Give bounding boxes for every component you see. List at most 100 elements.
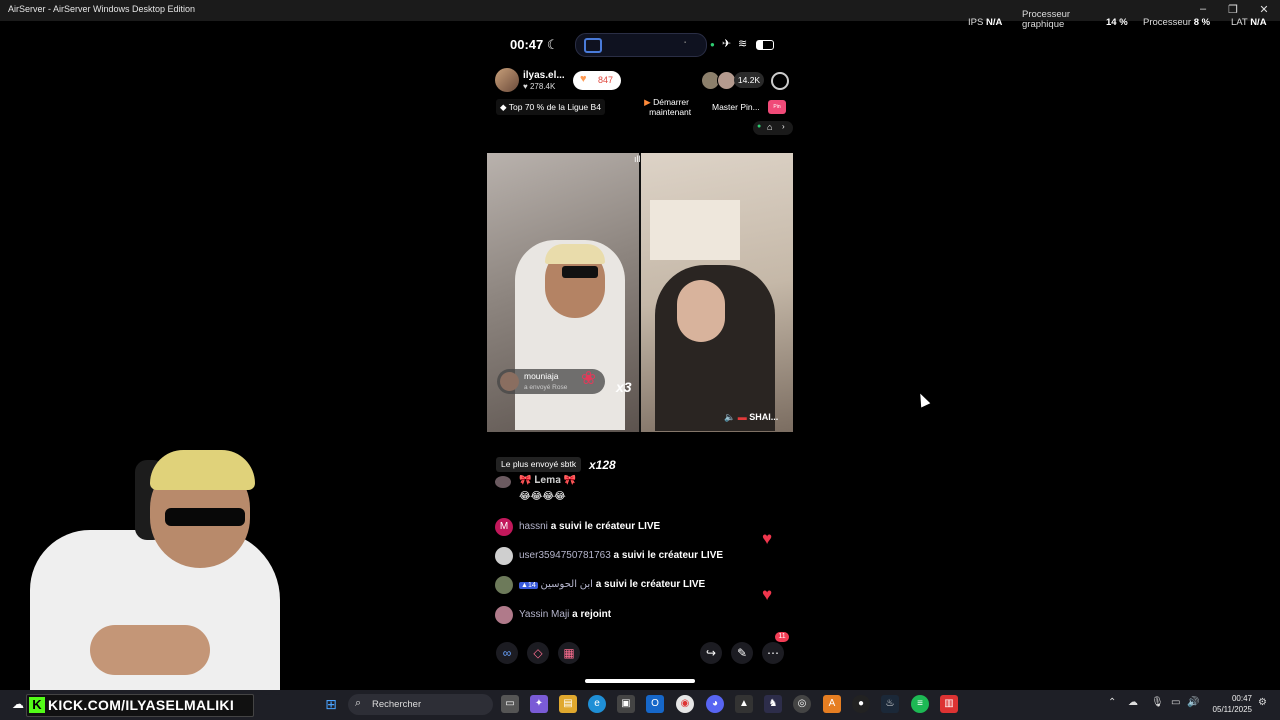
notification-badge: 11 [775,632,789,642]
windows-start-icon[interactable]: ⊞ [322,695,340,713]
chat-emoji-line: 😂😂😂😂 [519,491,566,502]
chat-avatar [495,547,513,565]
steam-icon[interactable]: ♨ [881,695,899,713]
league-badge[interactable]: ◆ Top 70 % de la Ligue B4 [496,99,605,115]
gpu-label: Processeur graphique [1022,9,1071,30]
viewer-count[interactable]: 14.2K [734,72,764,88]
weather-icon[interactable]: ☁ [12,697,24,711]
obs-icon[interactable]: ◎ [793,695,811,713]
floating-heart-icon: ♥ [762,529,773,548]
magic-wand-icon[interactable]: ✎ [731,642,753,664]
restore-button[interactable]: ❐ [1226,3,1240,16]
diamond-icon: ◆ [500,102,507,112]
level-badge: ▲14 [519,582,538,589]
phone-time: 00:47 ☾ [510,37,559,52]
task-view-icon[interactable]: ▭ [501,695,519,713]
streamer-hair [150,450,255,490]
pin-badge: Pin [768,100,786,114]
house-icon: ⌂ [767,122,773,132]
microphone-icon[interactable]: 🎙 [1151,697,1164,708]
chat-message: hassni a suivi le créateur LIVE [519,521,661,532]
kick-logo-icon: K [29,697,45,713]
outlook-icon[interactable]: O [646,695,664,713]
taskbar-search[interactable]: ⌕ Rechercher [348,694,493,715]
gift-user: mouniaja [524,371,559,381]
cpu-readout: Processeur 8 % [1143,17,1211,28]
moon-icon: ☾ [546,37,559,52]
close-button[interactable]: ✕ [1257,3,1271,16]
guest-label[interactable]: 🔈 ▬ SHAI... [724,412,778,423]
notification-bell-icon[interactable]: ⚙ [1258,697,1267,708]
host-avatar[interactable] [495,68,519,92]
master-pin-label[interactable]: Master Pin... [712,99,760,115]
lat-readout: LAT N/A [1231,17,1267,28]
taskbar-clock[interactable]: 00:47 05/11/2025 [1207,693,1252,715]
camera-dot-icon: ● [710,40,715,49]
gift-multiplier: x3 [616,379,632,395]
host-sunglasses [562,266,598,278]
edge-icon[interactable]: e [588,695,606,713]
chat-avatar [495,476,511,488]
airplane-icon: ✈ [722,38,732,50]
share-icon[interactable]: ↪ [700,642,722,664]
flame-icon: ▶ [644,97,651,107]
ips-readout: IPS N/A [968,17,1003,28]
heart-icon: ♥ [580,73,587,85]
dynamic-island: ▪ [575,33,707,57]
copilot-icon[interactable]: ✦ [530,695,548,713]
window-title: AirServer - AirServer Windows Desktop Ed… [8,4,196,14]
app-dark-icon[interactable]: ● [852,695,870,713]
mouse-cursor-icon [915,391,931,408]
guest-head [677,280,725,342]
live-controls[interactable]: ● ⌂ › [753,121,793,135]
floating-heart-icon: ♥ [762,585,773,604]
video-divider [639,153,641,432]
screen-mirror-icon [584,38,602,53]
status-dot-icon: ● [757,123,762,130]
start-now-button[interactable]: ▶ Démarrer maintenant [642,97,691,117]
host-name[interactable]: ilyas.el... [523,70,565,81]
most-sent-badge: Le plus envoyé sbtk [496,457,582,472]
chat-avatar: M [495,518,513,536]
streamer-hand [90,625,210,675]
power-icon[interactable] [771,72,789,90]
game-icon[interactable]: ♞ [764,695,782,713]
minimize-button[interactable]: – [1196,3,1210,15]
home-indicator[interactable] [585,679,695,683]
match-icon[interactable]: ◇ [527,642,549,664]
like-count: 847 [598,75,614,85]
tray-chevron-icon[interactable]: ⌃ [1108,697,1116,708]
chat-line-top: 🎀 𝐋𝐞𝐦𝐚 🎀 [519,475,577,486]
rose-icon: ❀ [581,368,597,388]
gift-sub: a envoyé Rose [524,384,568,391]
streamer-sunglasses [165,508,245,526]
discord-icon[interactable]: ◕ [706,695,724,713]
like-counter[interactable]: ♥ 847 [573,71,621,90]
link-icon[interactable]: ∞ [496,642,518,664]
audio-bars-icon: ıll [634,154,641,164]
app-a-icon[interactable]: A [823,695,841,713]
more-icon[interactable]: ⋯ [762,642,784,664]
volume-icon[interactable]: 🔊 [1187,697,1199,708]
chat-message: user3594750781763 a suivi le créateur LI… [519,550,724,561]
kick-banner: K KICK.COM/ILYASELMALIKI [26,694,254,717]
network-icon[interactable]: ▭ [1171,697,1180,708]
store-icon[interactable]: ▣ [617,695,635,713]
chrome-icon[interactable]: ◉ [676,695,694,713]
gpu-value: 14 % [1106,17,1128,28]
kitchen-cabinet [650,200,740,260]
gift-sender-avatar [500,372,519,391]
onedrive-icon[interactable]: ☁ [1128,697,1138,708]
airserver-icon[interactable]: ▲ [735,695,753,713]
kick-url: KICK.COM/ILYASELMALIKI [48,697,235,713]
speaker-icon: 🔈 [724,412,736,422]
search-placeholder: Rechercher [372,699,422,710]
app-red-icon[interactable]: ▥ [940,695,958,713]
spotify-icon[interactable]: ≡ [911,695,929,713]
file-explorer-icon[interactable]: ▤ [559,695,577,713]
host-hair [545,244,605,264]
battery-icon [756,40,774,50]
host-likes: ♥ 278.4K [523,82,556,91]
grid-icon[interactable]: ▦ [558,642,580,664]
chat-message: ▲14 ابن الحوسين a suivi le créateur LIVE [519,579,706,590]
